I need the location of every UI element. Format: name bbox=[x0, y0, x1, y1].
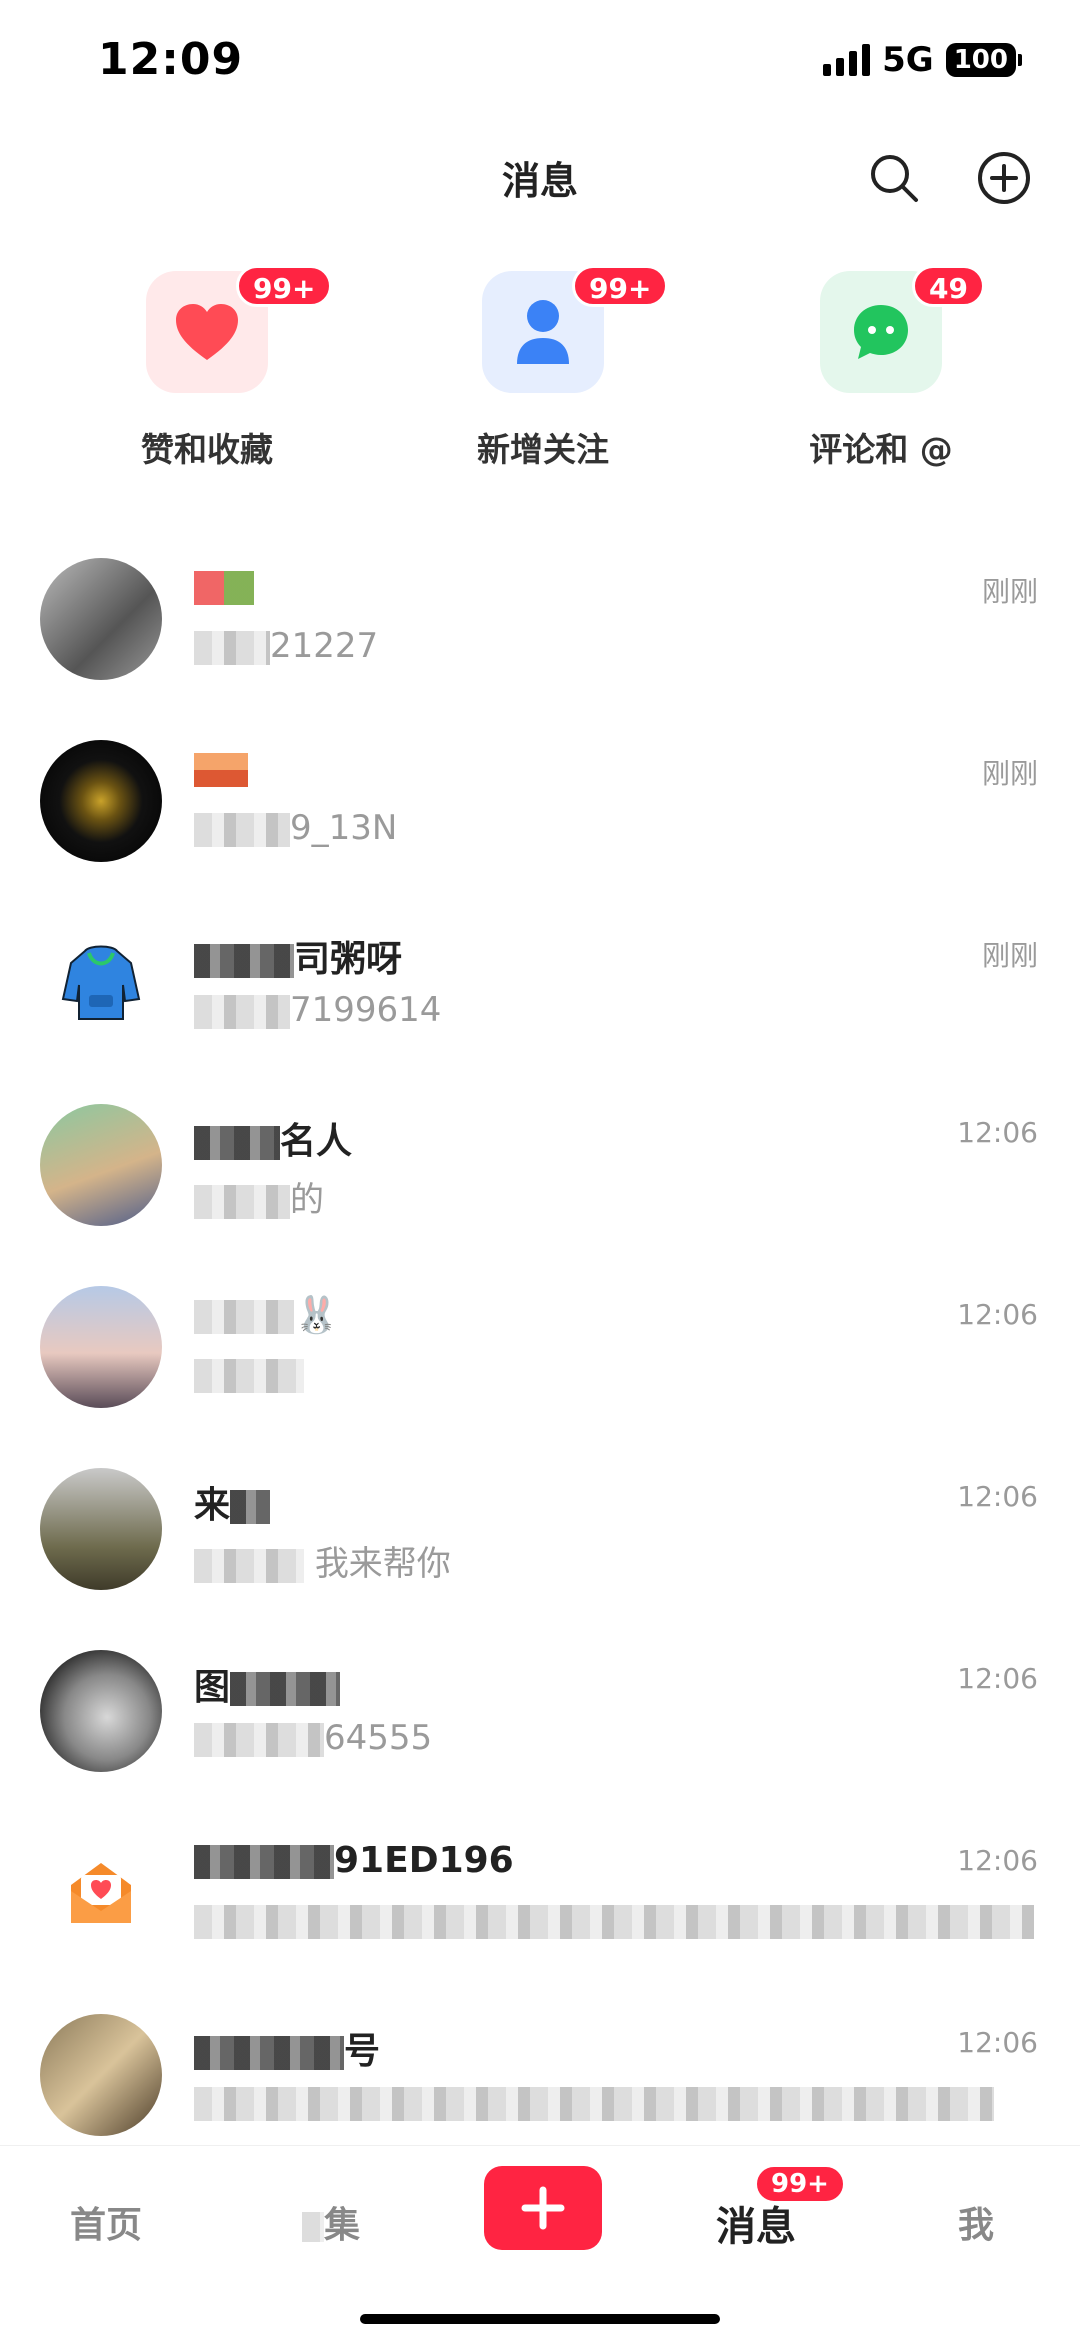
shortcut-likes[interactable]: 99+ 赞和收藏 bbox=[102, 265, 333, 475]
messages-badge: 99+ bbox=[754, 2164, 846, 2204]
tab-me[interactable]: 我 bbox=[958, 2196, 994, 2248]
shortcut-followers[interactable]: 99+ 新增关注 bbox=[438, 265, 669, 475]
message-time: 刚刚 bbox=[981, 575, 1038, 608]
message-name bbox=[194, 566, 254, 607]
search-icon[interactable] bbox=[866, 150, 922, 206]
tab-market[interactable]: 集 bbox=[302, 2196, 360, 2248]
message-preview: 9_13N bbox=[194, 808, 397, 848]
message-name bbox=[194, 748, 248, 789]
avatar bbox=[40, 1286, 162, 1408]
badge-likes: 99+ bbox=[236, 265, 333, 307]
status-bar: 12:09 5G 100 bbox=[0, 0, 1080, 120]
hoodie-icon bbox=[40, 922, 162, 1044]
message-preview bbox=[194, 2082, 994, 2122]
message-time: 12:06 bbox=[957, 1298, 1038, 1331]
message-preview: 64555 bbox=[194, 1718, 432, 1758]
message-preview bbox=[194, 1900, 1034, 1940]
message-preview: 的 bbox=[194, 1172, 324, 1221]
message-name: 🐰 bbox=[194, 1294, 339, 1336]
message-preview: 7199614 bbox=[194, 990, 441, 1030]
avatar bbox=[40, 1104, 162, 1226]
shortcut-comments[interactable]: 49 评论和 @ bbox=[776, 265, 985, 475]
avatar bbox=[40, 740, 162, 862]
shortcut-label: 评论和 @ bbox=[809, 430, 953, 469]
tab-home[interactable]: 首页 bbox=[70, 2196, 142, 2248]
home-indicator bbox=[360, 2314, 720, 2324]
message-row[interactable]: 司粥呀 7199614 刚刚 bbox=[0, 892, 1080, 1074]
message-row[interactable]: 来 我来帮你 12:06 bbox=[0, 1438, 1080, 1620]
message-name: 来 bbox=[194, 1476, 271, 1528]
message-name: 91ED196 bbox=[194, 1840, 514, 1881]
network-type: 5G bbox=[882, 40, 934, 80]
avatar bbox=[40, 558, 162, 680]
plus-circle-icon[interactable] bbox=[976, 150, 1032, 206]
message-time: 刚刚 bbox=[981, 757, 1038, 790]
message-row[interactable]: 🐰 12:06 bbox=[0, 1256, 1080, 1438]
badge-comments: 49 bbox=[912, 265, 985, 307]
message-time: 12:06 bbox=[957, 2026, 1038, 2059]
message-time: 12:06 bbox=[957, 1662, 1038, 1695]
status-indicators: 5G 100 bbox=[823, 40, 1023, 80]
message-name: 号 bbox=[194, 2022, 380, 2074]
signal-icon bbox=[823, 44, 871, 76]
avatar bbox=[40, 1650, 162, 1772]
message-time: 12:06 bbox=[957, 1844, 1038, 1877]
message-name: 名人 bbox=[194, 1112, 352, 1164]
message-name: 图 bbox=[194, 1658, 341, 1710]
message-row[interactable]: 号 12:06 bbox=[0, 1984, 1080, 2166]
shortcut-label: 赞和收藏 bbox=[141, 430, 273, 469]
shortcut-row: 99+ 赞和收藏 99+ 新增关注 49 评论和 @ bbox=[0, 265, 1080, 475]
plus-icon bbox=[521, 2186, 565, 2230]
message-preview: 21227 bbox=[194, 626, 378, 666]
message-row[interactable]: 名人 的 12:06 bbox=[0, 1074, 1080, 1256]
badge-followers: 99+ bbox=[572, 265, 669, 307]
message-row[interactable]: 91ED196 12:06 bbox=[0, 1802, 1080, 1984]
message-preview: 我来帮你 bbox=[194, 1536, 451, 1585]
publish-button[interactable] bbox=[484, 2166, 602, 2250]
message-preview bbox=[194, 1354, 304, 1394]
tab-bar: 首页 集 消息 99+ 我 bbox=[0, 2145, 1080, 2336]
status-time: 12:09 bbox=[98, 34, 244, 85]
message-time: 12:06 bbox=[957, 1480, 1038, 1513]
message-row[interactable]: 图 64555 12:06 bbox=[0, 1620, 1080, 1802]
message-row[interactable]: 9_13N 刚刚 bbox=[0, 710, 1080, 892]
avatar bbox=[40, 1468, 162, 1590]
message-row[interactable]: 21227 刚刚 bbox=[0, 528, 1080, 710]
message-name: 司粥呀 bbox=[194, 930, 402, 982]
battery-icon: 100 bbox=[945, 43, 1023, 77]
message-time: 刚刚 bbox=[981, 939, 1038, 972]
mail-heart-icon bbox=[40, 1832, 162, 1954]
message-time: 12:06 bbox=[957, 1116, 1038, 1149]
avatar bbox=[40, 2014, 162, 2136]
header: 消息 bbox=[0, 130, 1080, 220]
shortcut-label: 新增关注 bbox=[477, 430, 609, 469]
